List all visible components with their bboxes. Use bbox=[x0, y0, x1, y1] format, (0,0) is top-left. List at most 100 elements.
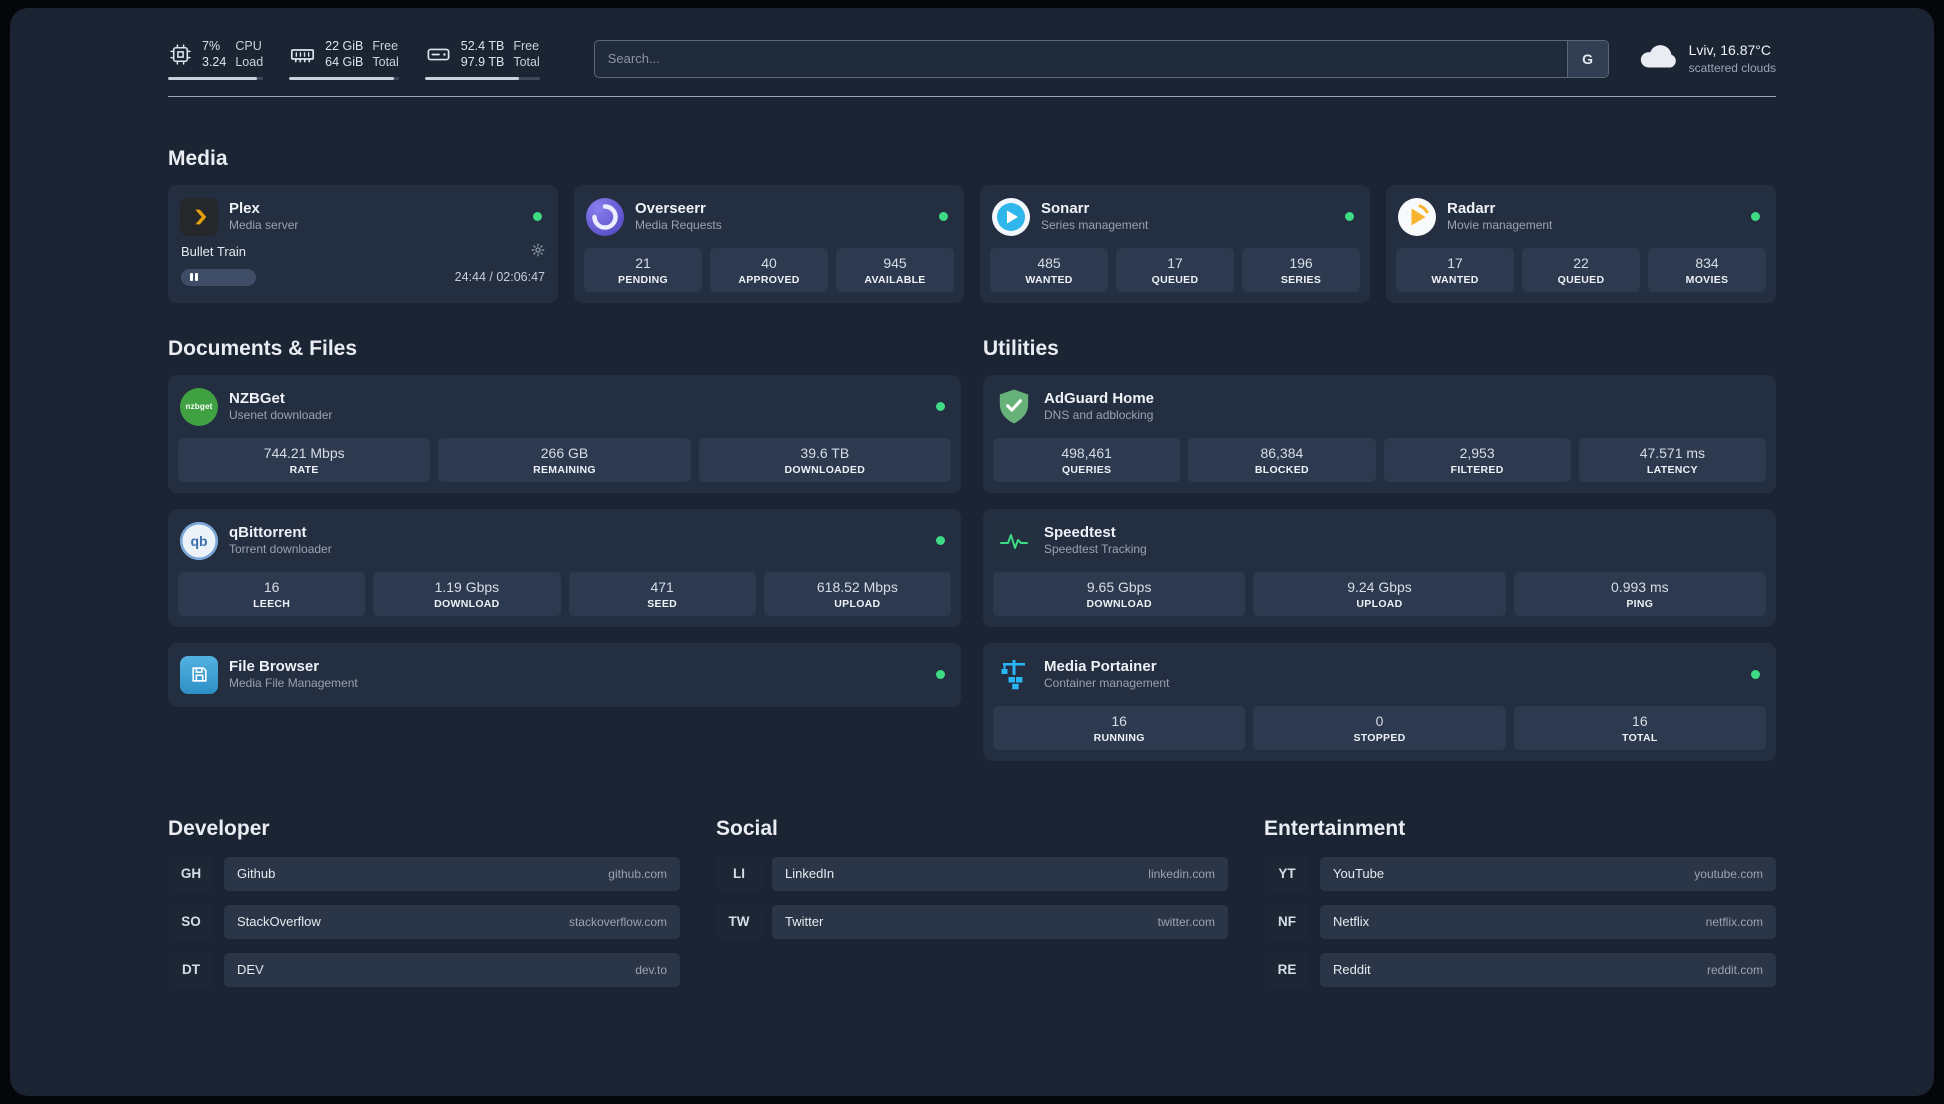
card-overseerr[interactable]: Overseerr Media Requests 21 PENDING 40 A… bbox=[574, 184, 964, 303]
stat-value: 1.19 Gbps bbox=[434, 578, 500, 595]
bookmark-url: dev.to bbox=[635, 962, 667, 977]
bookmark-abbr: TW bbox=[716, 904, 762, 939]
stat-tile: 2,953 FILTERED bbox=[1383, 437, 1571, 482]
card-radarr[interactable]: Radarr Movie management 17 WANTED 22 QUE… bbox=[1386, 184, 1776, 303]
playback-time: 24:44 / 02:06:47 bbox=[454, 270, 545, 284]
card-qbittorrent[interactable]: qb qBittorrent Torrent downloader 16 LEE… bbox=[168, 508, 961, 627]
status-dot bbox=[1345, 212, 1354, 221]
app-subtitle: Media server bbox=[229, 218, 299, 233]
speedtest-icon bbox=[995, 521, 1033, 560]
bookmark-github[interactable]: GH Github github.com bbox=[168, 856, 680, 891]
bookmark-abbr: LI bbox=[716, 856, 762, 891]
stat-label: WANTED bbox=[1431, 273, 1479, 286]
cpu-usage: 7% bbox=[202, 39, 221, 53]
cpu-progress-bar bbox=[168, 76, 264, 80]
bookmark-abbr: GH bbox=[168, 856, 214, 891]
stat-label: APPROVED bbox=[738, 273, 800, 286]
app-subtitle: Container management bbox=[1044, 676, 1170, 691]
app-subtitle: Media Requests bbox=[635, 218, 722, 233]
card-adguard[interactable]: AdGuard Home DNS and adblocking 498,461 … bbox=[983, 374, 1776, 493]
search-input[interactable] bbox=[593, 39, 1609, 78]
stat-value: 0 bbox=[1375, 712, 1384, 729]
card-sonarr[interactable]: Sonarr Series management 485 WANTED 17 Q… bbox=[980, 184, 1370, 303]
stat-value: 17 bbox=[1447, 254, 1463, 271]
player-settings-icon[interactable] bbox=[531, 243, 545, 260]
cpu-load-label: Load bbox=[235, 55, 264, 70]
stat-tile: 86,384 BLOCKED bbox=[1188, 437, 1376, 482]
stat-value: 9.24 Gbps bbox=[1347, 578, 1412, 595]
stat-tile: 471 SEED bbox=[568, 571, 756, 616]
stat-value: 744.21 Mbps bbox=[263, 444, 345, 461]
status-dot bbox=[939, 212, 948, 221]
stat-value: 47.571 ms bbox=[1639, 444, 1706, 461]
bookmark-netflix[interactable]: NF Netflix netflix.com bbox=[1264, 904, 1776, 939]
app-subtitle: Torrent downloader bbox=[229, 542, 332, 557]
pause-button[interactable] bbox=[181, 268, 256, 286]
stat-value: 22 bbox=[1573, 254, 1589, 271]
card-portainer[interactable]: Media Portainer Container management 16 … bbox=[983, 642, 1776, 761]
weather-widget: Lviv, 16.87°C scattered clouds bbox=[1637, 41, 1776, 76]
stat-tile: 0 STOPPED bbox=[1253, 705, 1506, 750]
bookmark-reddit[interactable]: RE Reddit reddit.com bbox=[1264, 952, 1776, 987]
stat-label: TOTAL bbox=[1622, 731, 1658, 744]
bookmarks-social: Social LI LinkedIn linkedin.com TW Twitt… bbox=[716, 817, 1228, 939]
section-title-social: Social bbox=[716, 816, 778, 840]
stat-value: 618.52 Mbps bbox=[816, 578, 898, 595]
stat-value: 21 bbox=[635, 254, 651, 271]
bookmark-url: linkedin.com bbox=[1148, 866, 1215, 881]
app-subtitle: Media File Management bbox=[229, 676, 358, 691]
stat-tile: 618.52 Mbps UPLOAD bbox=[763, 571, 951, 616]
stat-tile: 39.6 TB DOWNLOADED bbox=[698, 437, 951, 482]
stat-tile: 21 PENDING bbox=[584, 247, 702, 292]
bookmark-url: netflix.com bbox=[1705, 914, 1763, 929]
search-provider-button[interactable]: G bbox=[1566, 40, 1608, 77]
stat-label: RUNNING bbox=[1093, 731, 1145, 744]
stat-value: 471 bbox=[650, 578, 674, 595]
app-name: NZBGet bbox=[229, 389, 285, 407]
bookmark-abbr: NF bbox=[1264, 904, 1310, 939]
stat-tile: 16 LEECH bbox=[178, 571, 366, 616]
stat-tile: 498,461 QUERIES bbox=[993, 437, 1181, 482]
bookmark-twitter[interactable]: TW Twitter twitter.com bbox=[716, 904, 1228, 939]
disk-total-label: Total bbox=[513, 55, 540, 70]
stat-label: DOWNLOAD bbox=[434, 597, 500, 610]
app-name: Media Portainer bbox=[1044, 657, 1157, 675]
stat-tile: 22 QUEUED bbox=[1522, 247, 1640, 292]
stat-label: QUEUED bbox=[1151, 273, 1199, 286]
disk-widget: 52.4 TB 97.9 TB Free Total bbox=[424, 38, 540, 80]
stat-value: 17 bbox=[1167, 254, 1183, 271]
card-nzbget[interactable]: nzbget NZBGet Usenet downloader 744.21 M… bbox=[168, 374, 961, 493]
stat-tile: 0.993 ms PING bbox=[1513, 571, 1766, 616]
stat-tile: 9.24 Gbps UPLOAD bbox=[1253, 571, 1506, 616]
stat-label: SERIES bbox=[1280, 273, 1322, 286]
stat-value: 0.993 ms bbox=[1611, 578, 1669, 595]
topbar-divider bbox=[168, 95, 1776, 97]
app-subtitle: Movie management bbox=[1447, 218, 1553, 233]
stat-label: MOVIES bbox=[1685, 273, 1729, 286]
stat-value: 16 bbox=[1632, 712, 1648, 729]
stat-tile: 485 WANTED bbox=[990, 247, 1108, 292]
stat-value: 9.65 Gbps bbox=[1086, 578, 1152, 595]
stat-label: FILTERED bbox=[1450, 463, 1504, 476]
plex-now-playing: Bullet Train 24:44 / 02:06:47 bbox=[178, 243, 548, 286]
card-speedtest[interactable]: Speedtest Speedtest Tracking 9.65 Gbps D… bbox=[983, 508, 1776, 627]
stat-label: DOWNLOAD bbox=[1086, 597, 1152, 610]
memory-widget: 22 GiB 64 GiB Free Total bbox=[289, 38, 399, 80]
stat-tile: 47.571 ms LATENCY bbox=[1578, 437, 1766, 482]
stat-label: AVAILABLE bbox=[864, 273, 926, 286]
status-dot bbox=[533, 212, 542, 221]
bookmark-linkedin[interactable]: LI LinkedIn linkedin.com bbox=[716, 856, 1228, 891]
app-name: Sonarr bbox=[1041, 199, 1090, 217]
bookmark-name: StackOverflow bbox=[237, 914, 321, 929]
bookmark-stackoverflow[interactable]: SO StackOverflow stackoverflow.com bbox=[168, 904, 680, 939]
status-dot bbox=[1751, 212, 1760, 221]
card-plex[interactable]: Plex Media server Bullet Train 24:44 / 0… bbox=[168, 184, 558, 303]
bookmark-youtube[interactable]: YT YouTube youtube.com bbox=[1264, 856, 1776, 891]
section-title-utilities: Utilities bbox=[983, 336, 1059, 360]
card-filebrowser[interactable]: File Browser Media File Management bbox=[168, 642, 961, 707]
cloud-icon bbox=[1637, 41, 1679, 76]
stat-tile: 266 GB REMAINING bbox=[438, 437, 691, 482]
bookmark-dev[interactable]: DT DEV dev.to bbox=[168, 952, 680, 987]
nzbget-icon: nzbget bbox=[180, 387, 218, 426]
section-title-entertainment: Entertainment bbox=[1264, 816, 1406, 840]
